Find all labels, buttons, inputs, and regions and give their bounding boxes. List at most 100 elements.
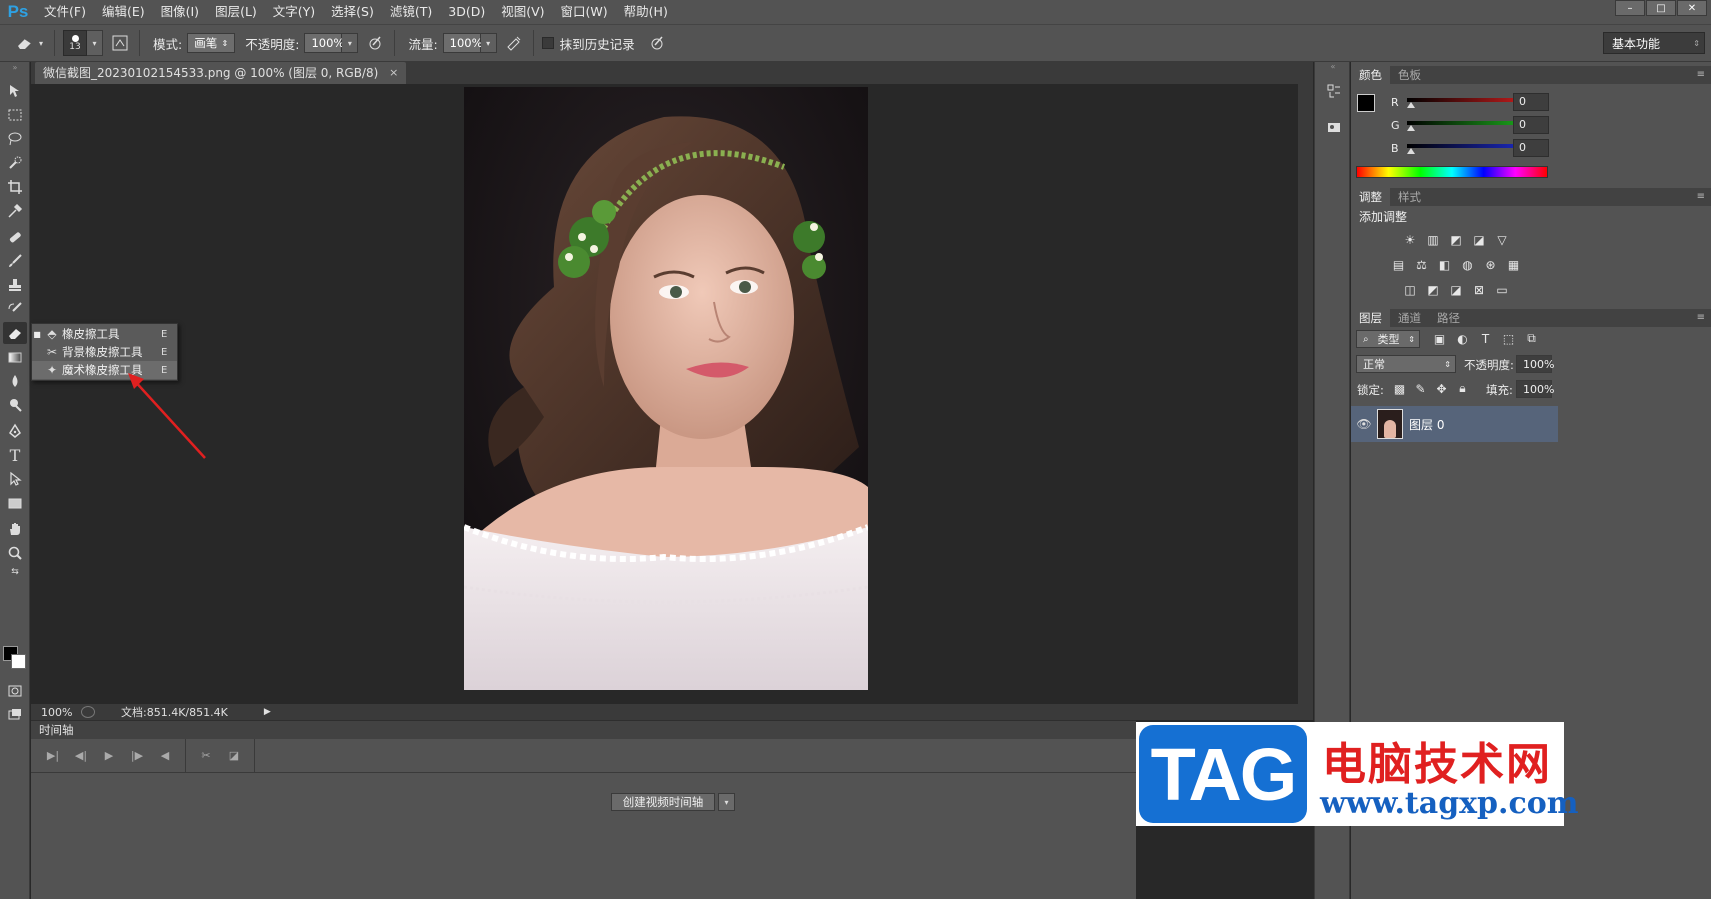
panel-menu-icon[interactable]: ≡	[1697, 66, 1705, 84]
brightness-icon[interactable]: ☀	[1402, 231, 1419, 248]
eraser-tool-icon[interactable]	[3, 322, 27, 344]
pressure-size-icon[interactable]	[646, 32, 668, 54]
next-frame-icon[interactable]: |▶	[123, 749, 151, 762]
menu-select[interactable]: 选择(S)	[323, 0, 382, 24]
eyedropper-tool-icon[interactable]	[3, 200, 27, 222]
quick-mask-icon[interactable]	[3, 680, 27, 702]
curves-icon[interactable]: ◩	[1448, 231, 1465, 248]
color-lookup-icon[interactable]: ▦	[1505, 256, 1522, 273]
red-value-input[interactable]: 0	[1513, 93, 1549, 111]
tab-paths[interactable]: 路径	[1429, 309, 1468, 327]
vertical-scrollbar[interactable]	[1298, 62, 1313, 719]
eraser-preset-icon[interactable]	[14, 32, 36, 54]
quick-selection-tool-icon[interactable]	[3, 152, 27, 174]
erase-history-checkbox[interactable]	[541, 37, 554, 49]
screen-mode-icon[interactable]	[3, 704, 27, 726]
properties-panel-icon[interactable]	[1323, 116, 1345, 138]
transition-icon[interactable]: ◪	[220, 749, 248, 762]
gradient-map-icon[interactable]: ▭	[1494, 281, 1511, 298]
tab-swatches[interactable]: 色板	[1390, 66, 1429, 84]
menu-type[interactable]: 文字(Y)	[265, 0, 323, 24]
filter-pixel-icon[interactable]: ▣	[1431, 330, 1448, 347]
close-button[interactable]: ✕	[1677, 0, 1707, 16]
clone-stamp-tool-icon[interactable]	[3, 274, 27, 296]
create-video-timeline-button[interactable]: 创建视频时间轴	[611, 793, 715, 811]
hand-tool-icon[interactable]	[3, 518, 27, 540]
posterize-icon[interactable]: ◩	[1425, 281, 1442, 298]
flow-input[interactable]: 100%	[442, 33, 483, 53]
path-selection-tool-icon[interactable]	[3, 468, 27, 490]
flow-dropdown-icon[interactable]: ▾	[480, 33, 497, 53]
fill-input[interactable]: 100%	[1516, 380, 1554, 398]
blur-tool-icon[interactable]	[3, 370, 27, 392]
menu-help[interactable]: 帮助(H)	[616, 0, 676, 24]
split-icon[interactable]: ✂	[192, 749, 220, 762]
menu-filter[interactable]: 滤镜(T)	[382, 0, 440, 24]
zoom-level[interactable]: 100%	[41, 706, 81, 719]
lock-position-icon[interactable]: ✥	[1433, 380, 1450, 397]
levels-icon[interactable]: ▥	[1425, 231, 1442, 248]
rectangle-tool-icon[interactable]	[3, 492, 27, 514]
lock-image-icon[interactable]: ✎	[1412, 380, 1429, 397]
blue-value-input[interactable]: 0	[1513, 139, 1549, 157]
audio-icon[interactable]: ◀	[151, 749, 179, 762]
dodge-tool-icon[interactable]	[3, 394, 27, 416]
preset-dropdown-icon[interactable]: ▾	[36, 33, 46, 53]
layer-name[interactable]: 图层 0	[1409, 416, 1444, 433]
tab-adjustments[interactable]: 调整	[1351, 188, 1390, 206]
history-panel-icon[interactable]	[1323, 80, 1345, 102]
brush-dropdown-icon[interactable]: ▾	[87, 30, 103, 56]
brush-tool-icon[interactable]	[3, 250, 27, 272]
timeline-tab[interactable]: 时间轴	[31, 721, 1136, 739]
mode-select[interactable]: 画笔 ⇕	[187, 33, 236, 53]
layer-row[interactable]: 👁︎ 图层 0	[1351, 406, 1558, 442]
move-tool-icon[interactable]	[3, 80, 27, 102]
opacity-input[interactable]: 100%	[304, 33, 344, 53]
tab-color[interactable]: 颜色	[1351, 66, 1390, 84]
swap-colors-icon[interactable]: ⇆	[3, 566, 27, 578]
document-tab[interactable]: 微信截图_20230102154533.png @ 100% (图层 0, RG…	[35, 62, 407, 84]
layer-filter-select[interactable]: ⌕ 类型 ⇕	[1356, 330, 1420, 348]
pressure-opacity-icon[interactable]	[364, 32, 386, 54]
crop-tool-icon[interactable]	[3, 176, 27, 198]
invert-icon[interactable]: ◫	[1402, 281, 1419, 298]
color-balance-icon[interactable]: ⚖	[1413, 256, 1430, 273]
color-spectrum-ramp[interactable]	[1356, 166, 1548, 178]
panel-menu-icon[interactable]: ≡	[1697, 309, 1705, 327]
minimize-button[interactable]: –	[1615, 0, 1645, 16]
lasso-tool-icon[interactable]	[3, 128, 27, 150]
flyout-item-background-eraser[interactable]: ✂ 背景橡皮擦工具 E	[32, 343, 177, 361]
filter-shape-icon[interactable]: ⬚	[1500, 330, 1517, 347]
play-icon[interactable]: ▶	[95, 749, 123, 762]
red-slider-thumb[interactable]	[1407, 102, 1415, 108]
previous-frame-icon[interactable]: ◀|	[67, 749, 95, 762]
pen-tool-icon[interactable]	[3, 420, 27, 442]
workspace-select[interactable]: 基本功能 ⇕	[1603, 32, 1705, 54]
gradient-tool-icon[interactable]	[3, 346, 27, 368]
background-color-swatch[interactable]	[11, 654, 26, 669]
first-frame-icon[interactable]: ▶|	[39, 749, 67, 762]
green-slider-thumb[interactable]	[1407, 125, 1415, 131]
filter-type-icon[interactable]: T	[1477, 330, 1494, 347]
zoom-tool-icon[interactable]	[3, 542, 27, 564]
brush-panel-icon[interactable]	[109, 32, 131, 54]
menu-image[interactable]: 图像(I)	[153, 0, 207, 24]
photo-filter-icon[interactable]: ◍	[1459, 256, 1476, 273]
marquee-tool-icon[interactable]	[3, 104, 27, 126]
channel-mixer-icon[interactable]: ⊛	[1482, 256, 1499, 273]
collapse-toolbar-icon[interactable]: »	[3, 62, 27, 72]
tab-layers[interactable]: 图层	[1351, 309, 1390, 327]
brush-size-picker[interactable]: 13	[63, 30, 87, 56]
menu-3d[interactable]: 3D(D)	[440, 0, 493, 24]
menu-view[interactable]: 视图(V)	[493, 0, 552, 24]
visibility-eye-icon[interactable]: 👁︎	[1351, 417, 1377, 431]
menu-file[interactable]: 文件(F)	[36, 0, 94, 24]
airbrush-icon[interactable]	[503, 32, 525, 54]
lock-all-icon[interactable]: 🔒︎	[1454, 380, 1471, 397]
blue-slider-thumb[interactable]	[1407, 148, 1415, 154]
layer-opacity-input[interactable]: 100%	[1516, 355, 1554, 373]
foreground-color-swatch[interactable]	[1357, 94, 1375, 112]
threshold-icon[interactable]: ◪	[1448, 281, 1465, 298]
type-tool-icon[interactable]: T	[3, 444, 27, 466]
menu-window[interactable]: 窗口(W)	[553, 0, 616, 24]
